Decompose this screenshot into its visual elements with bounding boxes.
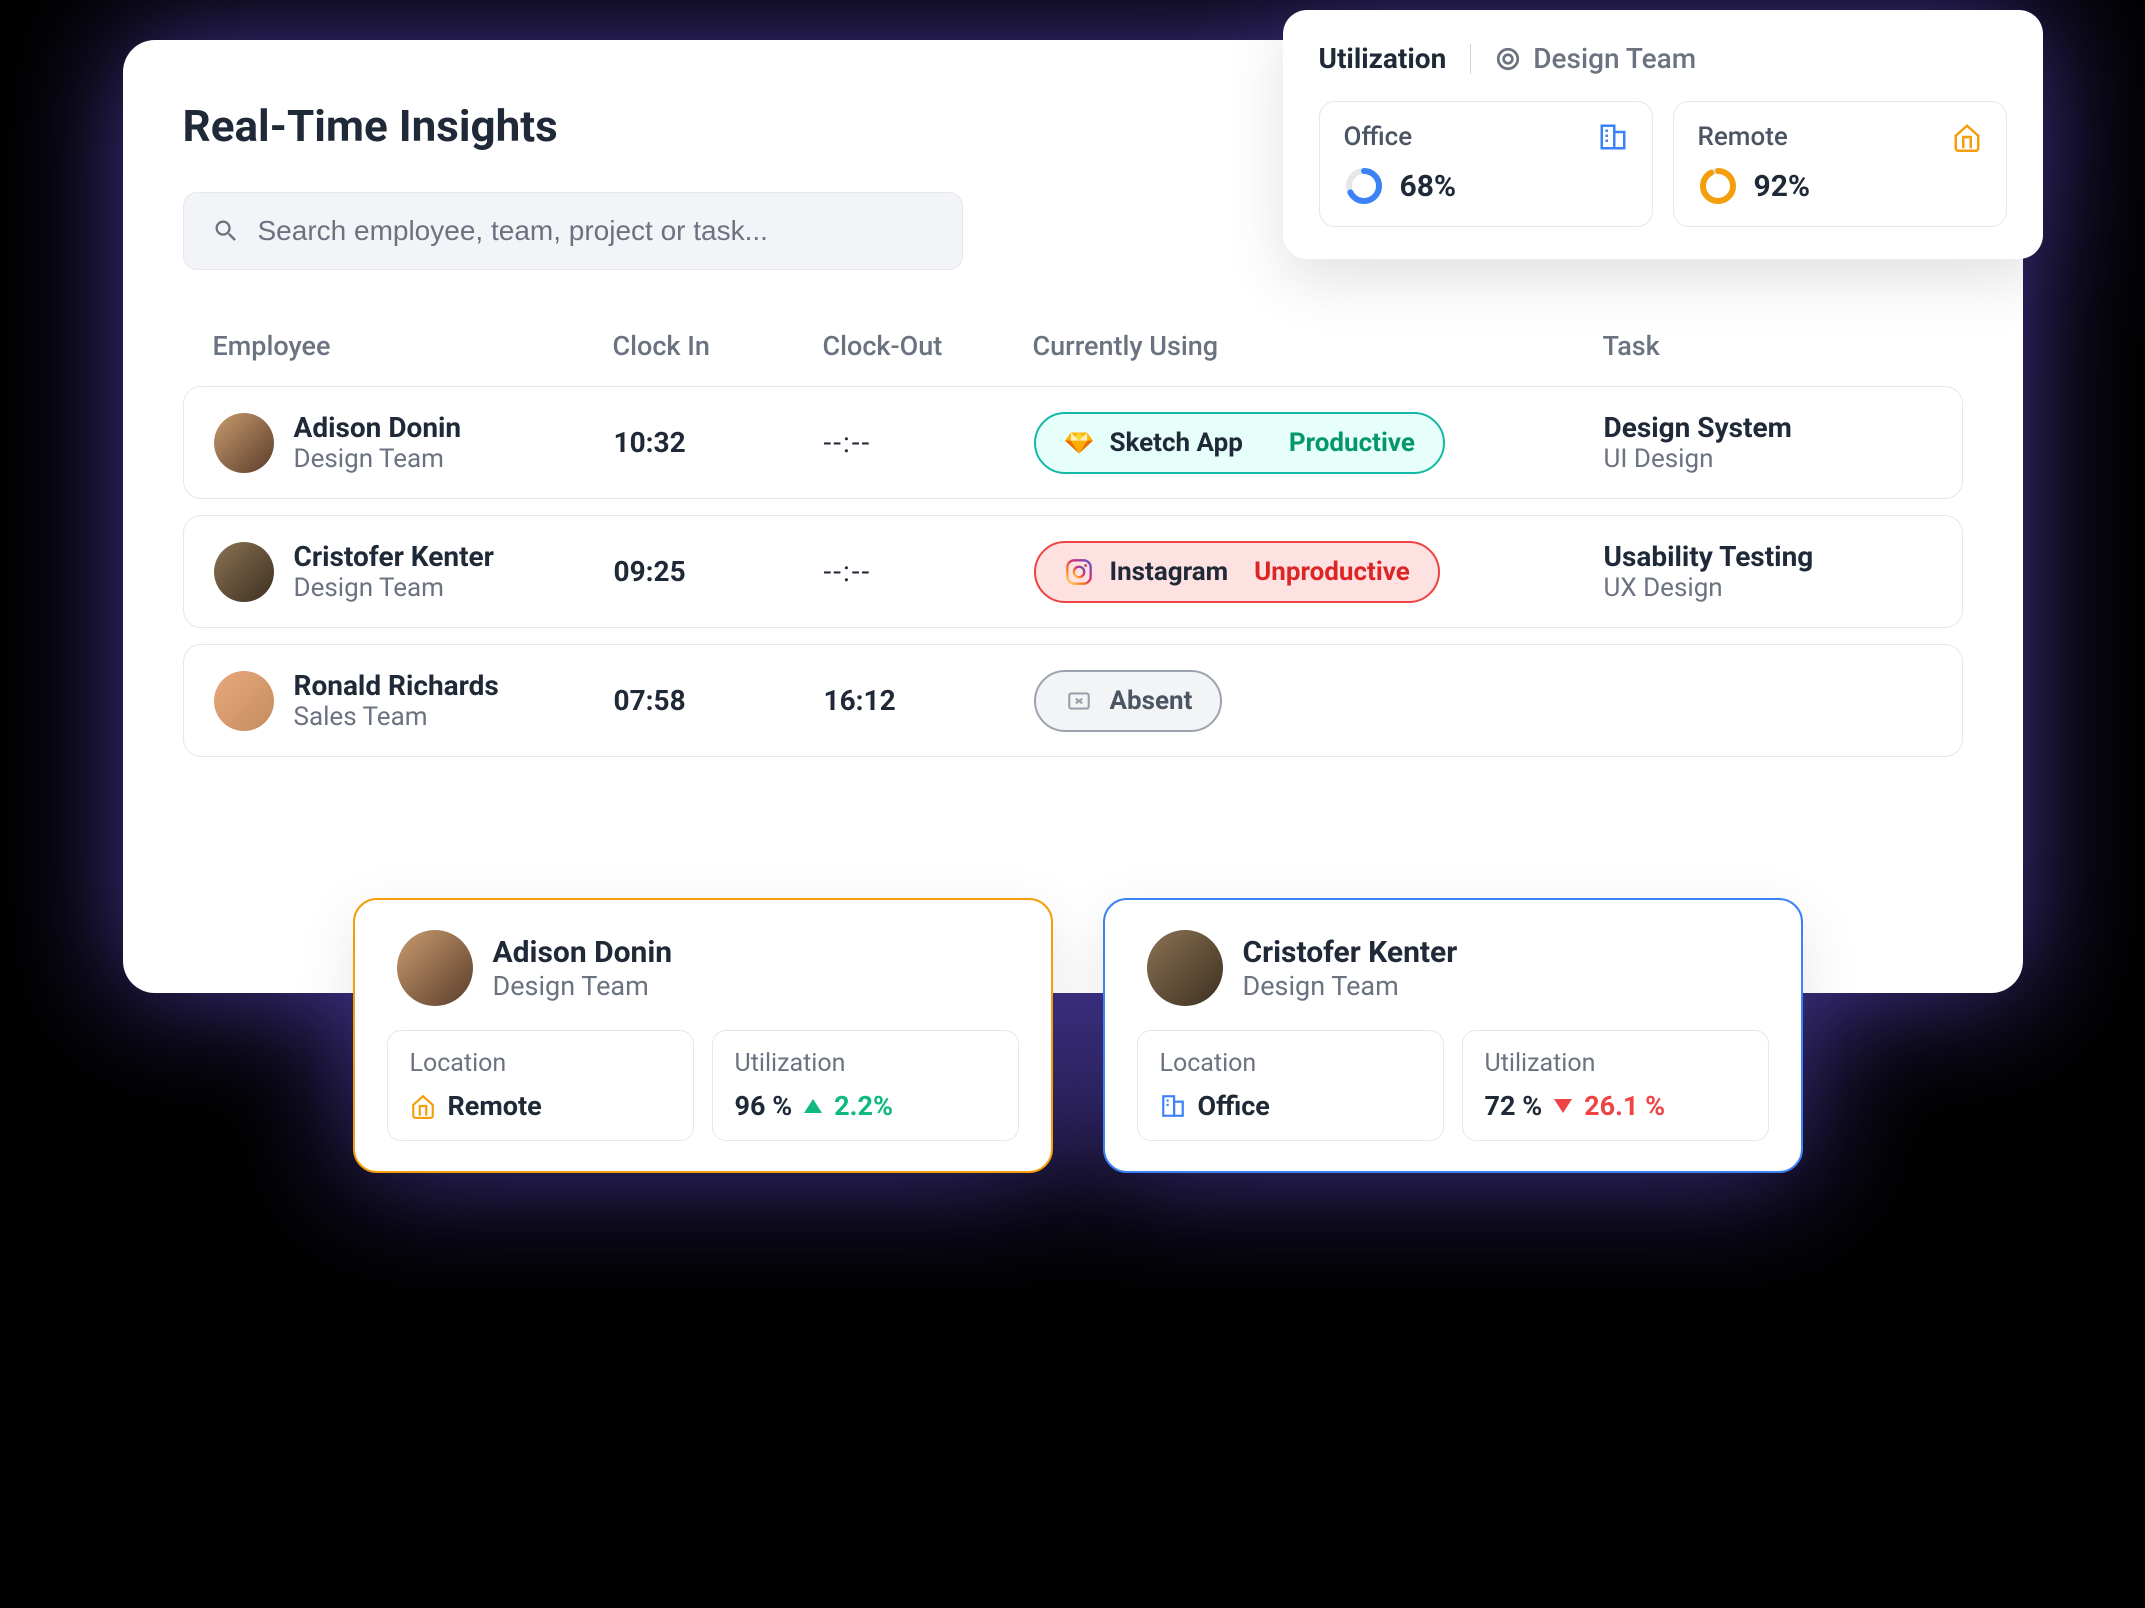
app-status: Productive bbox=[1289, 428, 1415, 458]
utilization-box: Utilization 96 % 2.2% bbox=[712, 1030, 1019, 1141]
search-box[interactable] bbox=[183, 192, 963, 270]
header-currently-using: Currently Using bbox=[1033, 330, 1583, 362]
search-input[interactable] bbox=[258, 215, 934, 247]
clock-out-value: --:-- bbox=[824, 555, 1014, 588]
task-subtitle: UI Design bbox=[1604, 444, 1932, 474]
profile-team: Design Team bbox=[493, 970, 673, 1002]
donut-icon bbox=[1698, 166, 1738, 206]
location-label: Location bbox=[410, 1049, 671, 1078]
avatar bbox=[214, 542, 274, 602]
header-clock-in: Clock In bbox=[613, 330, 803, 362]
office-metric: Office 68% bbox=[1319, 101, 1653, 227]
task-title: Usability Testing bbox=[1604, 540, 1932, 573]
app-badge: Sketch App Productive bbox=[1034, 412, 1445, 474]
utilization-title: Utilization bbox=[1319, 42, 1447, 75]
office-icon bbox=[1598, 122, 1628, 152]
sketch-icon bbox=[1064, 428, 1094, 458]
utilization-box: Utilization 72 % 26.1 % bbox=[1462, 1030, 1769, 1141]
instagram-icon bbox=[1064, 557, 1094, 587]
profile-card[interactable]: Cristofer Kenter Design Team Location Of… bbox=[1103, 898, 1803, 1173]
utilization-card: Utilization Design Team Office 68% bbox=[1283, 10, 2043, 259]
office-value: 68% bbox=[1400, 169, 1457, 204]
table-row[interactable]: Ronald Richards Sales Team 07:58 16:12 A… bbox=[183, 644, 1963, 757]
clock-in-value: 09:25 bbox=[614, 555, 804, 588]
search-icon bbox=[212, 217, 240, 245]
location-value: Office bbox=[1198, 1090, 1270, 1122]
task-subtitle: UX Design bbox=[1604, 573, 1932, 603]
delta-value: 2.2% bbox=[834, 1090, 893, 1122]
utilization-team: Design Team bbox=[1533, 42, 1696, 75]
remote-label: Remote bbox=[1698, 122, 1788, 152]
utilization-label: Utilization bbox=[735, 1049, 996, 1078]
avatar bbox=[214, 413, 274, 473]
profile-name: Adison Donin bbox=[493, 935, 673, 970]
app-badge: Absent bbox=[1034, 670, 1223, 732]
profile-team: Design Team bbox=[1243, 970, 1458, 1002]
circle-icon bbox=[1495, 46, 1521, 72]
clock-in-value: 10:32 bbox=[614, 426, 804, 459]
avatar bbox=[1147, 930, 1223, 1006]
employee-team: Design Team bbox=[294, 573, 494, 603]
table-row[interactable]: Cristofer Kenter Design Team 09:25 --:--… bbox=[183, 515, 1963, 628]
employee-name: Ronald Richards bbox=[294, 669, 499, 702]
absent-icon bbox=[1064, 686, 1094, 716]
app-badge: Instagram Unproductive bbox=[1034, 541, 1440, 603]
clock-out-value: 16:12 bbox=[824, 684, 1014, 717]
location-value: Remote bbox=[448, 1090, 542, 1122]
app-status: Unproductive bbox=[1254, 557, 1410, 587]
app-name: Sketch App bbox=[1110, 428, 1243, 458]
employee-team: Design Team bbox=[294, 444, 462, 474]
utilization-value: 72 % bbox=[1485, 1090, 1543, 1122]
employee-name: Adison Donin bbox=[294, 411, 462, 444]
remote-metric: Remote 92% bbox=[1673, 101, 2007, 227]
task-title: Design System bbox=[1604, 411, 1932, 444]
table-row[interactable]: Adison Donin Design Team 10:32 --:-- Ske… bbox=[183, 386, 1963, 499]
table-headers: Employee Clock In Clock-Out Currently Us… bbox=[183, 330, 1963, 386]
clock-out-value: --:-- bbox=[824, 426, 1014, 459]
profile-card[interactable]: Adison Donin Design Team Location Remote… bbox=[353, 898, 1053, 1173]
office-icon bbox=[1160, 1093, 1186, 1119]
location-label: Location bbox=[1160, 1049, 1421, 1078]
delta-value: 26.1 % bbox=[1584, 1090, 1665, 1122]
avatar bbox=[397, 930, 473, 1006]
insights-card: Real-Time Insights Employee Clock In Clo… bbox=[123, 40, 2023, 993]
app-name: Instagram bbox=[1110, 557, 1229, 587]
utilization-value: 96 % bbox=[735, 1090, 793, 1122]
profile-name: Cristofer Kenter bbox=[1243, 935, 1458, 970]
location-box: Location Office bbox=[1137, 1030, 1444, 1141]
trend-down-icon bbox=[1554, 1099, 1572, 1113]
app-name: Absent bbox=[1110, 686, 1193, 716]
location-box: Location Remote bbox=[387, 1030, 694, 1141]
remote-value: 92% bbox=[1754, 169, 1811, 204]
avatar bbox=[214, 671, 274, 731]
trend-up-icon bbox=[804, 1099, 822, 1113]
header-employee: Employee bbox=[213, 330, 593, 362]
employee-name: Cristofer Kenter bbox=[294, 540, 494, 573]
employee-team: Sales Team bbox=[294, 702, 499, 732]
utilization-label: Utilization bbox=[1485, 1049, 1746, 1078]
donut-icon bbox=[1344, 166, 1384, 206]
home-icon bbox=[1952, 122, 1982, 152]
office-label: Office bbox=[1344, 122, 1413, 152]
header-task: Task bbox=[1603, 330, 1933, 362]
clock-in-value: 07:58 bbox=[614, 684, 804, 717]
header-clock-out: Clock-Out bbox=[823, 330, 1013, 362]
home-icon bbox=[410, 1093, 436, 1119]
